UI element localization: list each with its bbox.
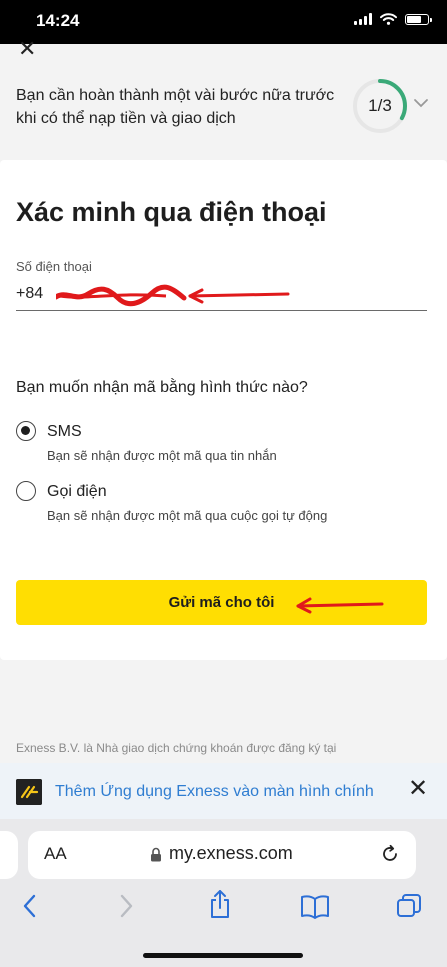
option-sms-description: Bạn sẽ nhận được một mã qua tin nhắn [47,448,277,463]
reload-icon[interactable] [380,844,400,864]
redaction-scribble [56,284,290,307]
progress-step-label: 1/3 [368,96,392,115]
phone-verification-card: Xác minh qua điện thoại Số điện thoại +8… [0,160,447,660]
option-call-description: Bạn sẽ nhận được một mã qua cuộc gọi tự … [47,508,328,523]
add-to-home-banner[interactable]: Thêm Ứng dụng Exness vào màn hình chính … [0,763,447,819]
option-sms-label[interactable]: SMS [47,423,82,441]
annotation-arrow [296,597,384,614]
bookmarks-icon[interactable] [300,893,330,919]
previous-tab-stub[interactable] [0,831,18,879]
url-text[interactable]: my.exness.com [169,843,293,864]
delivery-method-question: Bạn muốn nhận mã bằng hình thức nào? [16,379,308,396]
share-icon[interactable] [207,889,233,919]
legal-text: Exness B.V. là Nhà giao dịch chứng khoán… [16,741,337,755]
battery-icon [405,13,432,25]
status-bar: 14:24 [0,0,447,44]
home-indicator [143,953,303,958]
status-time: 14:24 [36,11,80,30]
option-call-label[interactable]: Gọi điện [47,483,107,501]
radio-sms[interactable] [16,421,36,441]
forward-icon[interactable] [116,893,136,919]
tabs-icon[interactable] [396,893,422,919]
text-size-button[interactable]: AA [44,844,67,864]
lock-icon [151,847,161,862]
phone-input[interactable]: +84 [16,285,43,303]
back-icon[interactable] [20,893,40,919]
radio-call[interactable] [16,481,36,501]
wifi-icon [380,13,397,25]
exness-logo-icon [16,779,42,805]
address-bar[interactable]: AA my.exness.com [28,831,416,879]
status-icons [354,13,432,25]
phone-input-underline [16,310,427,311]
chevron-down-icon[interactable] [413,98,429,108]
page-title: Xác minh qua điện thoại [16,197,327,227]
progress-ring[interactable]: 1/3 [352,78,408,134]
browser-toolbar: AA my.exness.com [0,819,447,967]
add-to-home-text[interactable]: Thêm Ứng dụng Exness vào màn hình chính [55,783,374,801]
phone-label: Số điện thoại [16,259,92,274]
close-icon[interactable]: ✕ [18,38,36,60]
progress-message: Bạn cần hoàn thành một vài bước nữa trướ… [16,87,335,127]
cellular-signal-icon [354,13,372,25]
banner-close-icon[interactable]: ✕ [408,777,428,801]
